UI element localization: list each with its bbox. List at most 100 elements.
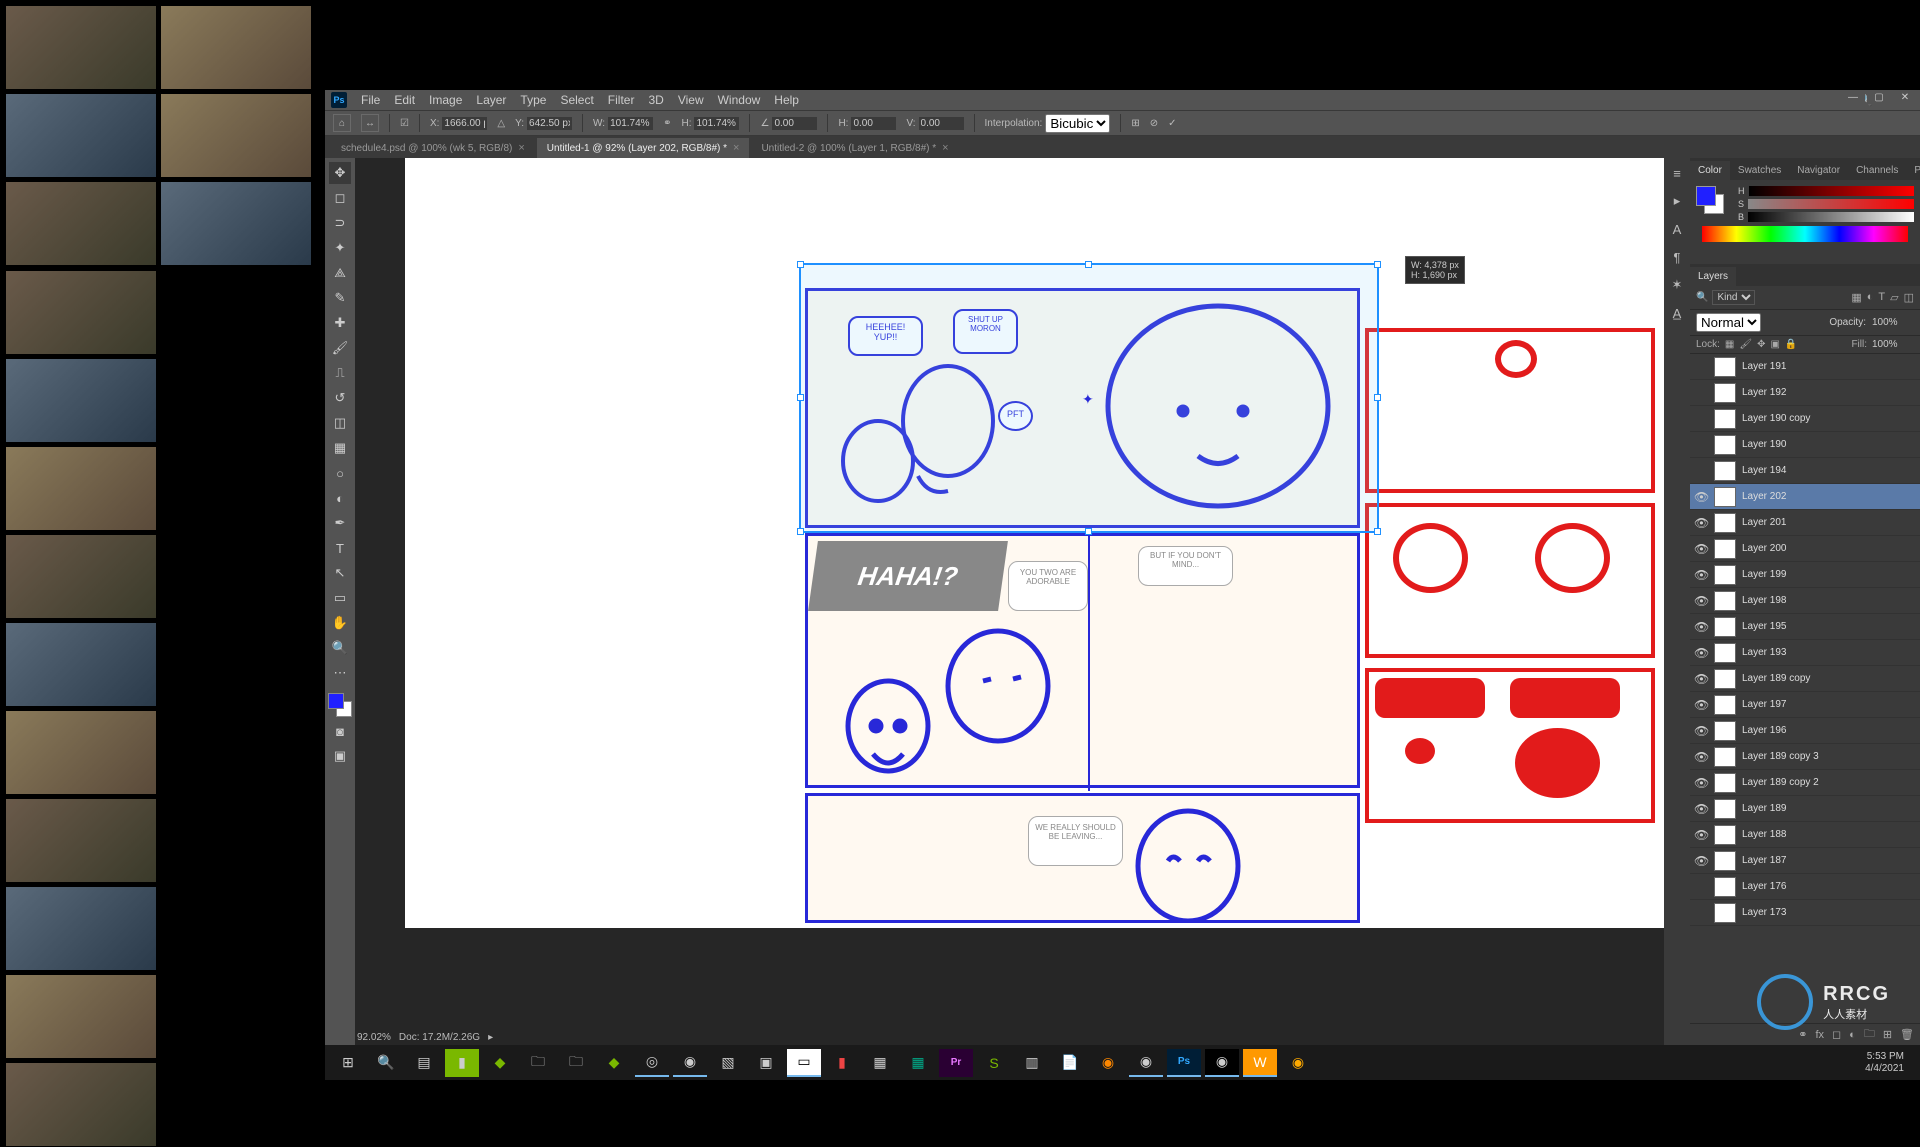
rectangle-tool[interactable]: ▭ [329,587,351,609]
marquee-tool[interactable]: ◻ [329,187,351,209]
transform-center-icon[interactable]: ✦ [1082,391,1096,405]
layer-thumbnail[interactable] [1714,487,1736,507]
taskbar-app[interactable]: ▮ [445,1049,479,1077]
layer-row[interactable]: 👁Layer 187 [1690,848,1920,874]
lock-position-icon[interactable]: ✥ [1757,339,1765,350]
lock-artboard-icon[interactable]: ▣ [1770,339,1779,350]
layer-thumbnail[interactable] [1714,565,1736,585]
video-tile[interactable] [5,1062,157,1147]
layer-row[interactable]: Layer 194 [1690,458,1920,484]
navigator-tab[interactable]: Navigator [1789,161,1848,180]
paths-tab[interactable]: Paths [1906,161,1920,180]
taskbar-app[interactable]: ▣ [749,1049,783,1077]
filter-shape-icon[interactable]: ▱ [1890,291,1898,304]
x-field[interactable] [442,117,487,130]
opacity-field[interactable] [1872,317,1914,328]
layer-thumbnail[interactable] [1714,539,1736,559]
minimize-button[interactable]: — [1841,90,1865,104]
taskbar-app[interactable]: ◆ [597,1049,631,1077]
history-brush-tool[interactable]: ↺ [329,387,351,409]
layer-thumbnail[interactable] [1714,877,1736,897]
maximize-button[interactable]: ▢ [1867,90,1891,104]
bright-slider[interactable] [1748,212,1914,222]
clone-stamp-tool[interactable]: ⎍ [329,362,351,384]
transform-handle[interactable] [1374,394,1381,401]
taskbar-app[interactable]: ▥ [1015,1049,1049,1077]
close-tab-icon[interactable]: × [518,142,524,154]
video-tile[interactable] [5,974,157,1059]
visibility-toggle-icon[interactable] [1694,360,1708,374]
menu-view[interactable]: View [678,93,704,107]
reference-point-icon[interactable]: △ [497,118,505,129]
visibility-toggle-icon[interactable]: 👁 [1694,516,1708,530]
layer-thumbnail[interactable] [1714,747,1736,767]
taskbar-app[interactable]: ◉ [1205,1049,1239,1077]
canvas-area[interactable]: HEEHEE! YUP!! SHUT UP MORON PFT HAHA!? Y… [355,158,1664,1045]
visibility-toggle-icon[interactable]: 👁 [1694,828,1708,842]
visibility-toggle-icon[interactable]: 👁 [1694,542,1708,556]
link-icon[interactable]: ⚭ [663,118,671,129]
menu-help[interactable]: Help [774,93,799,107]
video-tile[interactable] [5,93,157,178]
quick-mask-icon[interactable]: ◙ [329,720,351,742]
layer-thumbnail[interactable] [1714,773,1736,793]
close-tab-icon[interactable]: × [733,142,739,154]
color-swatch[interactable] [1696,186,1724,214]
layer-thumbnail[interactable] [1714,357,1736,377]
video-tile[interactable] [160,5,312,90]
layer-thumbnail[interactable] [1714,409,1736,429]
visibility-toggle-icon[interactable]: 👁 [1694,620,1708,634]
layer-fx-icon[interactable]: fx [1815,1029,1824,1041]
spot-heal-tool[interactable]: ✚ [329,312,351,334]
video-tile[interactable] [5,798,157,883]
pen-tool[interactable]: ✒ [329,512,351,534]
taskbar-app[interactable]: ▧ [711,1049,745,1077]
history-panel-icon[interactable]: ≡ [1668,164,1686,182]
layer-row[interactable]: 👁Layer 189 [1690,796,1920,822]
layer-thumbnail[interactable] [1714,695,1736,715]
adjustment-layer-icon[interactable]: ◐ [1849,1029,1856,1041]
transform-handle[interactable] [797,261,804,268]
color-tab[interactable]: Color [1690,161,1730,180]
dodge-tool[interactable]: ◐ [329,487,351,509]
transform-handle[interactable] [1085,261,1092,268]
color-swatches[interactable] [328,693,352,717]
visibility-toggle-icon[interactable]: 👁 [1694,646,1708,660]
video-tile[interactable] [5,270,157,355]
layer-row[interactable]: 👁Layer 198 [1690,588,1920,614]
layer-row[interactable]: Layer 176 [1690,874,1920,900]
start-button[interactable]: ⊞ [331,1049,365,1077]
layer-list[interactable]: Layer 191Layer 192Layer 190 copyLayer 19… [1690,354,1920,1023]
layer-thumbnail[interactable] [1714,383,1736,403]
layer-row[interactable]: Layer 190 [1690,432,1920,458]
layer-row[interactable]: 👁Layer 200 [1690,536,1920,562]
zoom-level[interactable]: 92.02% [357,1032,391,1043]
blend-mode-select[interactable]: Normal [1696,313,1761,332]
gradient-tool[interactable]: ▦ [329,437,351,459]
document-tab[interactable]: Untitled-2 @ 100% (Layer 1, RGB/8#) *× [751,138,958,158]
properties-panel-icon[interactable]: A̲ [1668,304,1686,322]
video-tile[interactable] [160,181,312,266]
brushes-panel-icon[interactable]: ✶ [1668,276,1686,294]
swatches-tab[interactable]: Swatches [1730,161,1789,180]
taskbar-app[interactable]: ◉ [673,1049,707,1077]
visibility-toggle-icon[interactable]: 👁 [1694,568,1708,582]
visibility-toggle-icon[interactable] [1694,438,1708,452]
filter-pixel-icon[interactable]: ▦ [1851,291,1861,304]
layer-row[interactable]: 👁Layer 189 copy 3 [1690,744,1920,770]
eraser-tool[interactable]: ◫ [329,412,351,434]
transform-handle[interactable] [1374,528,1381,535]
edit-toolbar-icon[interactable]: ⋯ [329,662,351,684]
taskbar-app[interactable]: 🗀 [559,1049,593,1077]
taskbar-app[interactable]: S [977,1049,1011,1077]
delete-layer-icon[interactable]: 🗑 [1900,1028,1914,1041]
video-tile[interactable] [5,534,157,619]
zoom-tool[interactable]: 🔍 [329,637,351,659]
layer-thumbnail[interactable] [1714,643,1736,663]
y-field[interactable] [527,117,572,130]
screen-mode-icon[interactable]: ▣ [329,745,351,767]
layer-row[interactable]: Layer 191 [1690,354,1920,380]
taskbar-app[interactable]: ▦ [863,1049,897,1077]
taskbar-app[interactable]: ◆ [483,1049,517,1077]
visibility-toggle-icon[interactable] [1694,386,1708,400]
